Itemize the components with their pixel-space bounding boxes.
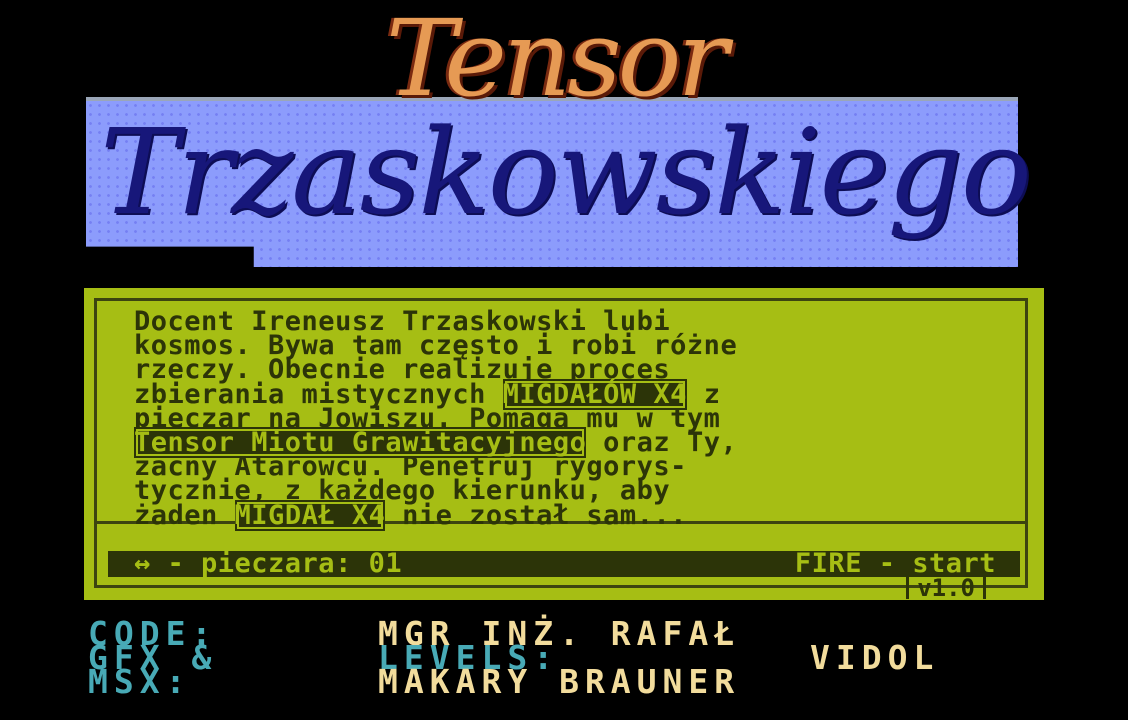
cave-selector[interactable]: ↔ - pieczara: 01 xyxy=(134,550,402,577)
highlight-migdal: MIGDAŁ X4 xyxy=(234,499,386,531)
credit-gfx-value: VIDOL xyxy=(810,638,940,677)
story-text: Docent Ireneusz Trzaskowski lubi kosmos.… xyxy=(134,308,1014,531)
story-line: nie został sam... xyxy=(385,499,687,531)
logo-title-top: Tensor xyxy=(385,0,728,120)
game-logo: Trzaskowskiego Tensor xyxy=(0,0,1128,270)
credit-msx-label: MSX: xyxy=(88,662,192,701)
credit-msx-value: MAKARY BRAUNER xyxy=(378,662,741,701)
version-label: v1.0 xyxy=(906,576,986,600)
story-line: żaden xyxy=(134,499,235,531)
credits: CODE: MGR INŻ. RAFAŁ GFX & LEVELS: VIDOL… xyxy=(88,617,1048,701)
info-panel: Docent Ireneusz Trzaskowski lubi kosmos.… xyxy=(84,288,1044,600)
status-bar: ↔ - pieczara: 01 FIRE - start xyxy=(108,550,1020,577)
